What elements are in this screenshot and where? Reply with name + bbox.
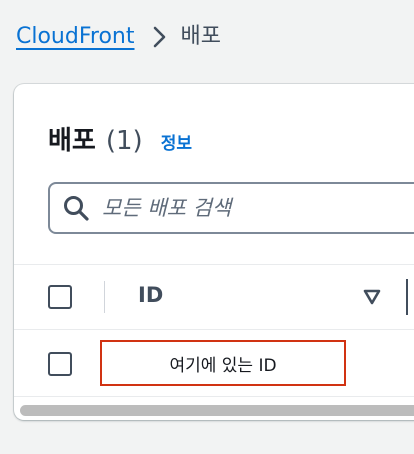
table-row[interactable]: 여기에 있는 ID — [14, 330, 414, 397]
column-header-id[interactable]: ID — [138, 283, 163, 307]
distributions-table: ID 여기에 있는 ID — [14, 264, 414, 397]
page: CloudFront 배포 배포 (1) 정보 ID — [0, 0, 414, 454]
horizontal-scrollbar[interactable] — [16, 402, 414, 418]
chevron-right-icon — [153, 26, 167, 48]
distributions-panel: 배포 (1) 정보 ID 여기에 있는 ID — [14, 84, 414, 420]
info-link[interactable]: 정보 — [161, 129, 192, 154]
panel-header: 배포 (1) 정보 — [48, 120, 192, 157]
select-all-checkbox[interactable] — [48, 285, 72, 309]
distribution-count: (1) — [105, 126, 143, 156]
sort-descending-icon[interactable] — [362, 287, 382, 307]
search-input[interactable] — [100, 195, 414, 221]
column-resize-handle[interactable] — [406, 279, 408, 315]
page-title: 배포 — [48, 126, 96, 156]
column-divider — [104, 281, 105, 313]
search-icon — [62, 194, 90, 222]
scrollbar-thumb[interactable] — [20, 405, 414, 416]
distribution-id-cell[interactable]: 여기에 있는 ID — [100, 340, 346, 386]
breadcrumb-current: 배포 — [180, 24, 221, 49]
breadcrumb: CloudFront 배포 — [16, 22, 221, 52]
row-checkbox[interactable] — [48, 352, 72, 376]
search-box[interactable] — [48, 182, 414, 234]
table-header: ID — [14, 264, 414, 330]
breadcrumb-link-cloudfront[interactable]: CloudFront — [16, 22, 135, 52]
